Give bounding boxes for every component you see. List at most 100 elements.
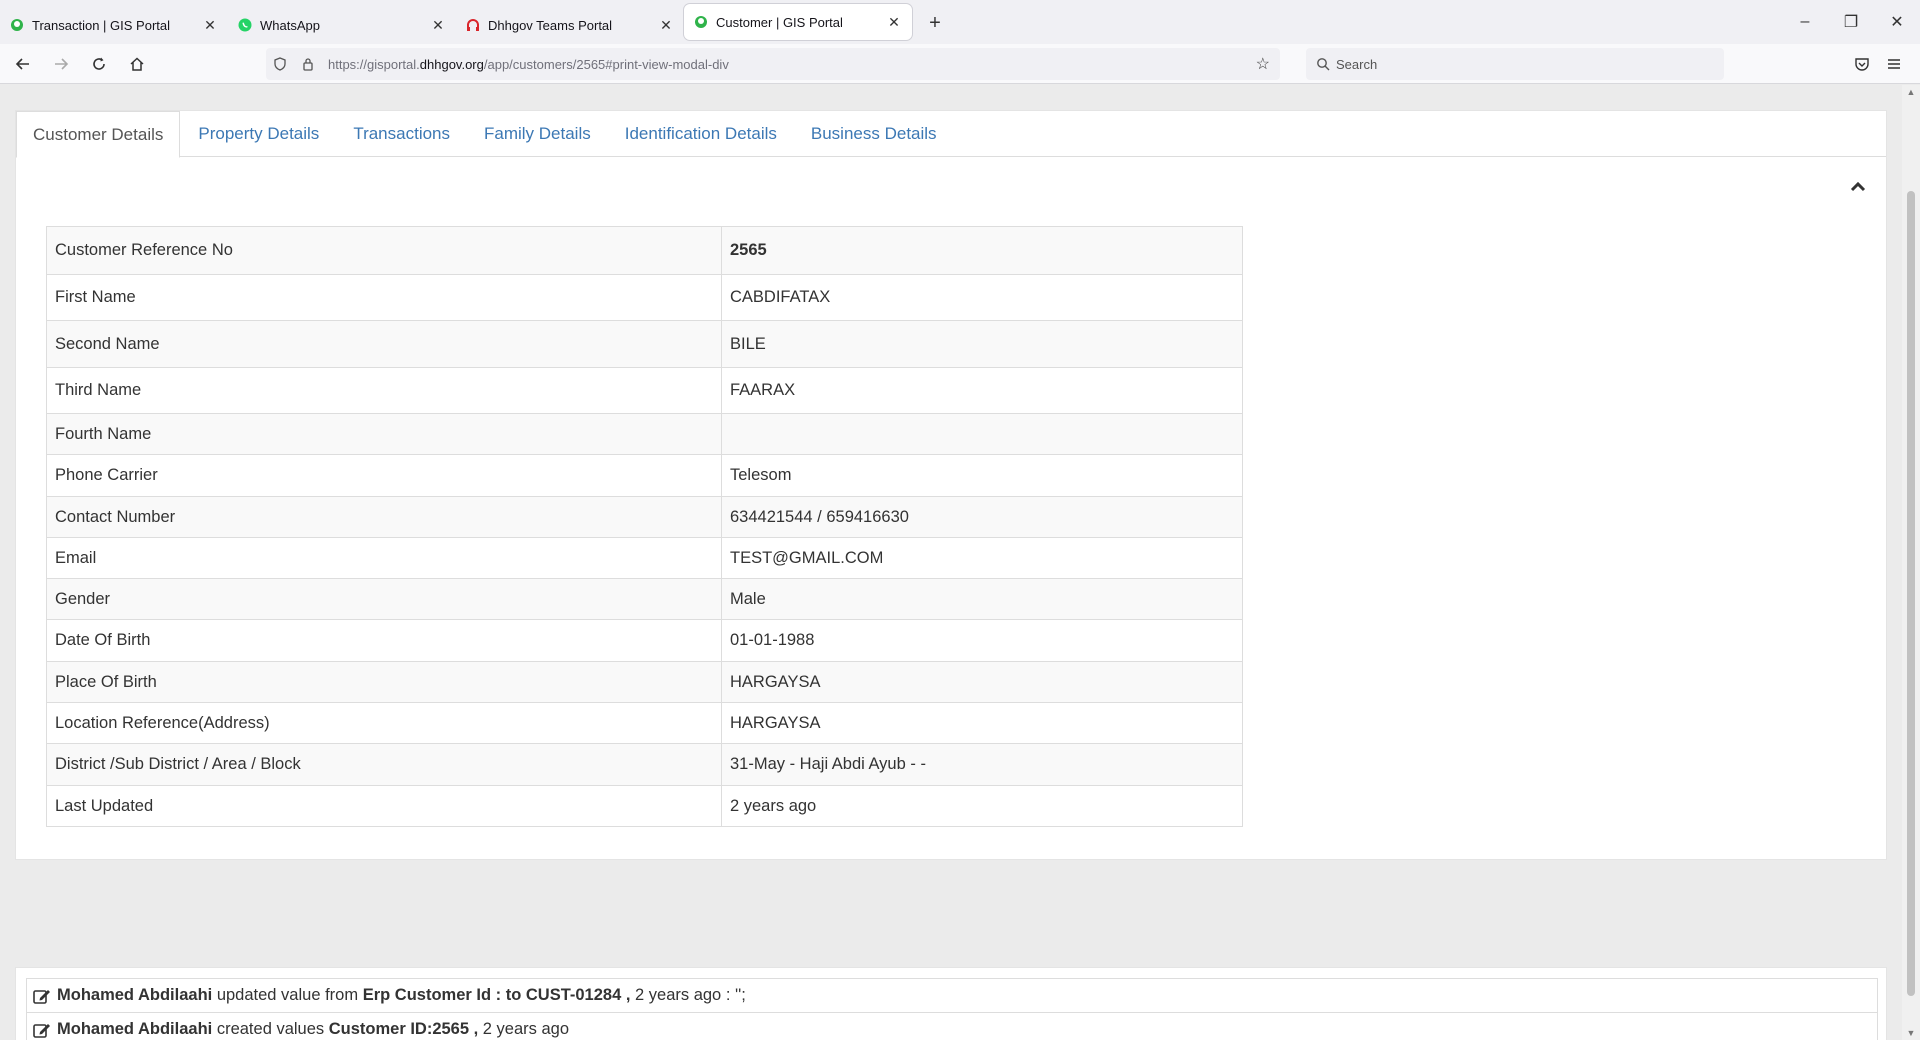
table-row: Phone Carrier Telesom [46,454,1243,497]
row-label: Customer Reference No [46,226,722,275]
page-content: Customer Details Property Details Transa… [0,85,1902,1040]
menu-icon[interactable] [1878,48,1910,80]
row-value: 634421544 / 659416630 [721,496,1243,538]
table-row: Customer Reference No 2565 [46,226,1243,275]
activity-time: 2 years ago [478,1020,570,1038]
table-row: Date Of Birth 01-01-1988 [46,619,1243,662]
table-row: Last Updated 2 years ago [46,785,1243,827]
table-row: Fourth Name [46,413,1243,455]
row-value [721,413,1243,455]
activity-log-item: Mohamed Abdilaahi updated value from Erp… [26,978,1878,1013]
row-value: HARGAYSA [721,661,1243,703]
browser-tabstrip: Transaction | GIS Portal ✕ WhatsApp ✕ Dh… [0,0,1920,44]
back-icon[interactable] [8,49,38,79]
url-text: https://gisportal.dhhgov.org/app/custome… [328,56,729,72]
close-tab-icon[interactable]: ✕ [202,17,218,34]
tab-family-details[interactable]: Family Details [468,111,607,157]
activity-user: Mohamed Abdilaahi [57,986,213,1004]
activity-action: created values [212,1020,329,1038]
row-value: 2 years ago [721,785,1243,827]
row-label: Place Of Birth [46,661,722,703]
row-value: Telesom [721,454,1243,497]
gis-portal-icon [695,16,707,28]
page-scrollbar[interactable]: ▲ ▼ [1902,85,1920,1040]
browser-tab-teams-portal[interactable]: Dhhgov Teams Portal ✕ [456,6,684,44]
customer-details-table: Customer Reference No 2565 First Name CABD… [46,226,1243,827]
row-value: 01-01-1988 [721,619,1243,662]
restore-icon[interactable]: ❐ [1828,0,1874,44]
row-label: Second Name [46,320,722,368]
tab-transactions[interactable]: Transactions [337,111,466,157]
row-label: Third Name [46,367,722,414]
new-tab-button[interactable]: + [920,8,950,38]
row-value: BILE [721,320,1243,368]
reload-icon[interactable] [84,49,114,79]
row-value: HARGAYSA [721,702,1243,744]
url-bar[interactable]: https://gisportal.dhhgov.org/app/custome… [266,48,1280,80]
scroll-up-icon[interactable]: ▲ [1902,87,1920,97]
table-row: Second Name BILE [46,320,1243,368]
row-label: Location Reference(Address) [46,702,722,744]
minimize-icon[interactable]: – [1782,0,1828,44]
row-label: Contact Number [46,496,722,538]
table-row: Contact Number 634421544 / 659416630 [46,496,1243,538]
tab-title: Transaction | GIS Portal [32,17,171,33]
tab-title: WhatsApp [260,17,320,33]
row-label: Gender [46,578,722,620]
row-label: Fourth Name [46,413,722,455]
tab-customer-details[interactable]: Customer Details [16,111,181,158]
lock-icon[interactable] [294,57,322,71]
row-label: Phone Carrier [46,454,722,497]
activity-subject: Erp Customer Id : to CUST-01284 , [362,986,631,1004]
toolbar-right [1846,48,1910,80]
row-value: 31-May - Haji Abdi Ayub - - [721,743,1243,786]
table-row: First Name CABDIFATAX [46,274,1243,321]
scroll-down-icon[interactable]: ▼ [1902,1028,1920,1038]
browser-tab-whatsapp[interactable]: WhatsApp ✕ [228,6,456,44]
edit-icon [33,1023,50,1038]
close-tab-icon[interactable]: ✕ [886,14,902,31]
teams-portal-icon [467,19,479,31]
search-bar[interactable]: Search [1306,48,1724,80]
shield-icon[interactable] [266,57,294,71]
search-placeholder: Search [1336,56,1378,72]
scrollbar-thumb[interactable] [1907,191,1915,996]
row-label: District /Sub District / Area / Block [46,743,722,786]
table-row: Third Name FAARAX [46,367,1243,414]
tab-property-details[interactable]: Property Details [182,111,335,157]
table-row: Place Of Birth HARGAYSA [46,661,1243,703]
home-icon[interactable] [122,49,152,79]
tab-title: Dhhgov Teams Portal [488,17,613,33]
gis-portal-icon [11,19,23,31]
table-row: Email TEST@GMAIL.COM [46,537,1243,579]
tab-business-details[interactable]: Business Details [795,111,953,157]
table-row: Location Reference(Address) HARGAYSA [46,702,1243,744]
browser-navbar: https://gisportal.dhhgov.org/app/custome… [0,44,1920,84]
customer-panel: Customer Details Property Details Transa… [15,110,1887,860]
activity-user: Mohamed Abdilaahi [57,1020,213,1038]
browser-tab-transaction[interactable]: Transaction | GIS Portal ✕ [0,6,228,44]
row-value: 2565 [721,226,1243,275]
tab-identification-details[interactable]: Identification Details [609,111,793,157]
table-row: District /Sub District / Area / Block 31-… [46,743,1243,786]
pocket-icon[interactable] [1846,48,1878,80]
row-label: Last Updated [46,785,722,827]
close-tab-icon[interactable]: ✕ [430,17,446,34]
forward-icon[interactable] [46,49,76,79]
row-value: CABDIFATAX [721,274,1243,321]
browser-tab-customer[interactable]: Customer | GIS Portal ✕ [684,4,912,40]
bookmark-star-icon[interactable]: ☆ [1256,54,1270,74]
activity-log-panel: Mohamed Abdilaahi updated value from Erp… [15,967,1887,1040]
search-icon [1317,58,1330,71]
activity-action: updated value from [212,986,363,1004]
edit-icon [33,989,50,1004]
row-label: First Name [46,274,722,321]
chevron-up-icon[interactable] [1848,177,1868,197]
whatsapp-icon [238,18,252,32]
row-value: TEST@GMAIL.COM [721,537,1243,579]
table-row: Gender Male [46,578,1243,620]
activity-time: 2 years ago : ''; [630,986,746,1004]
close-tab-icon[interactable]: ✕ [658,17,674,34]
close-window-icon[interactable]: ✕ [1874,0,1920,44]
row-value: Male [721,578,1243,620]
